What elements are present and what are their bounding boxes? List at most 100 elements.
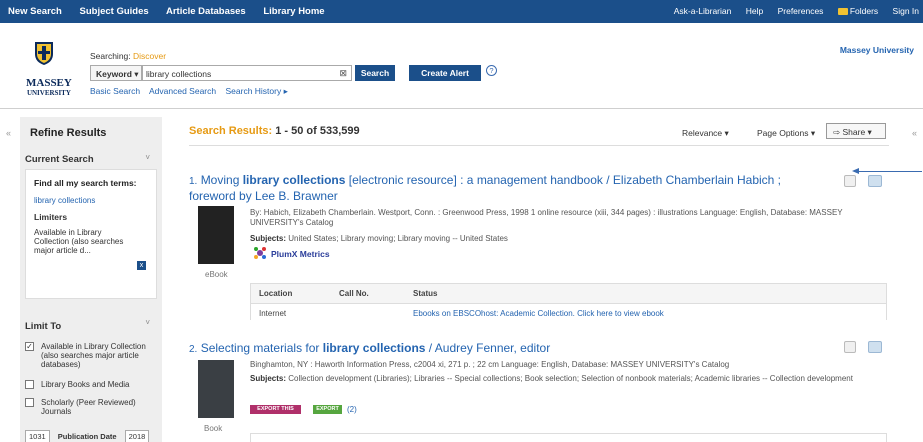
plumx-icon (254, 247, 266, 259)
result-subjects: Subjects: United States; Library moving;… (250, 234, 870, 244)
institution-link[interactable]: Massey University (840, 45, 914, 55)
subjects-label: Subjects: (250, 234, 287, 243)
search-links: Basic Search Advanced Search Search Hist… (90, 86, 295, 97)
limit-option[interactable]: ✓ Available in Library Collection (also … (25, 342, 155, 369)
primary-nav: New Search Subject Guides Article Databa… (8, 6, 340, 17)
badge-count[interactable]: (2) (347, 405, 357, 414)
nav-article-databases[interactable]: Article Databases (166, 6, 246, 17)
book-cover[interactable] (198, 206, 234, 264)
create-alert-button[interactable]: Create Alert (409, 65, 481, 81)
clear-icon[interactable]: ⊠ (339, 68, 347, 79)
title-highlight: library collections (242, 173, 346, 187)
book-cover[interactable] (198, 360, 234, 418)
limit-option-label: Library Books and Media (41, 380, 130, 389)
availability-table (250, 433, 887, 442)
share-label: Share ▾ (842, 127, 872, 137)
subjects-label: Subjects: (250, 374, 287, 383)
col-callno: Call No. (339, 289, 369, 298)
search-query: library collections (146, 69, 212, 79)
title-text: Moving (200, 173, 243, 187)
nav-sign-in[interactable]: Sign In (893, 6, 919, 16)
limit-option[interactable]: Library Books and Media (25, 380, 155, 389)
divider (189, 145, 889, 146)
refine-title: Refine Results (30, 127, 107, 139)
limit-option-label: Scholarly (Peer Reviewed) Journals (41, 398, 136, 416)
export-badge[interactable]: EXPORT THIS (250, 405, 301, 414)
basic-search-link[interactable]: Basic Search (90, 86, 140, 96)
add-to-folder-icon[interactable] (868, 175, 882, 187)
limit-option-label: Available in Library Collection (also se… (41, 342, 146, 369)
collapse-right-icon[interactable]: « (912, 128, 917, 138)
limiter-text: Available in Library Collection (also se… (34, 228, 124, 255)
publication-date-row: 1031 Publication Date 2018 (25, 430, 150, 442)
checkbox[interactable] (25, 380, 34, 389)
remove-limiter-icon[interactable]: x (137, 261, 146, 270)
subjects-text: Collection development (Libraries); Libr… (288, 374, 853, 383)
result-title[interactable]: 2. Selecting materials for library colle… (189, 341, 819, 357)
result-byline: By: Habich, Elizabeth Chamberlain. Westp… (250, 208, 843, 227)
share-button[interactable]: ⇨ Share ▾ (826, 123, 886, 139)
format-label: eBook (205, 270, 228, 279)
university-logo[interactable]: MASSEY UNIVERSITY (26, 78, 72, 98)
col-status: Status (413, 289, 438, 298)
nav-help[interactable]: Help (746, 6, 763, 16)
top-navigation-bar: New Search Subject Guides Article Databa… (0, 0, 923, 23)
availability-table: Location Call No. Status Internet Ebooks… (250, 283, 887, 320)
annotation-arrowhead (852, 168, 859, 174)
refine-sidebar: Refine Results Current Search ˅ Find all… (20, 117, 162, 442)
nav-preferences[interactable]: Preferences (778, 6, 824, 16)
field-select[interactable]: Keyword ▾ (90, 65, 142, 81)
field-select-value: Keyword (96, 69, 132, 79)
date-from-input[interactable]: 1031 (25, 430, 50, 442)
search-button[interactable]: Search (355, 65, 395, 81)
chevron-down-icon[interactable]: ˅ (145, 153, 150, 162)
limit-option[interactable]: Scholarly (Peer Reviewed) Journals (25, 398, 155, 416)
result-title[interactable]: 1. Moving library collections [electroni… (189, 173, 819, 204)
add-to-folder-icon[interactable] (868, 341, 882, 353)
nav-library-home[interactable]: Library Home (263, 6, 324, 17)
search-term-link[interactable]: library collections (34, 196, 148, 205)
search-input[interactable]: library collections ⊠ (142, 65, 352, 81)
collapse-left-icon[interactable]: « (6, 128, 11, 138)
searching-label: Searching: Discover (90, 51, 166, 61)
searching-database[interactable]: Discover (133, 51, 166, 61)
utility-nav: Ask-a-Librarian Help Preferences Folders… (662, 6, 919, 16)
share-icon: ⇨ (833, 127, 841, 137)
date-to-input[interactable]: 2018 (124, 430, 150, 442)
logo-sub: UNIVERSITY (26, 89, 71, 97)
preview-icon[interactable] (844, 175, 856, 187)
plumx-metrics-link[interactable]: PlumX Metrics (271, 249, 330, 259)
nav-folders-label: Folders (849, 6, 879, 16)
current-search-heading[interactable]: Current Search (25, 154, 94, 165)
result-number: 2. (189, 344, 198, 355)
nav-subject-guides[interactable]: Subject Guides (80, 6, 149, 17)
relevance-dropdown[interactable]: Relevance ▾ (682, 128, 729, 139)
nav-folders[interactable]: Folders (837, 6, 879, 16)
format-label: Book (204, 424, 223, 433)
advanced-search-link[interactable]: Advanced Search (149, 86, 216, 96)
chevron-down-icon[interactable]: ˅ (145, 318, 150, 327)
col-location: Location (259, 289, 293, 298)
result-byline: Binghamton, NY : Haworth Information Pre… (250, 360, 730, 369)
checkbox-checked[interactable]: ✓ (25, 342, 34, 351)
checkbox[interactable] (25, 398, 34, 407)
help-icon[interactable]: ? (486, 65, 497, 76)
search-history-link[interactable]: Search History ▸ (225, 86, 287, 96)
preview-icon[interactable] (844, 341, 856, 353)
searching-prefix: Searching: (90, 51, 131, 61)
nav-new-search[interactable]: New Search (8, 6, 62, 17)
current-search-box: Find all my search terms: library collec… (25, 169, 157, 299)
subjects-text: United States; Library moving; Library m… (288, 234, 508, 243)
limiters-heading: Limiters (34, 212, 68, 222)
find-all-heading: Find all my search terms: (34, 178, 137, 188)
export-badge-green[interactable]: EXPORT (313, 405, 342, 414)
result-number: 1. (189, 176, 198, 187)
title-text: / Audrey Fenner, editor (425, 341, 551, 355)
cell-status-link[interactable]: Ebooks on EBSCOhost: Academic Collection… (413, 309, 664, 318)
limit-to-heading[interactable]: Limit To (25, 321, 61, 332)
nav-ask-librarian[interactable]: Ask-a-Librarian (674, 6, 732, 16)
result-subjects: Subjects: Collection development (Librar… (250, 374, 870, 384)
results-range: 1 - 50 of 533,599 (275, 125, 360, 137)
page-options-dropdown[interactable]: Page Options ▾ (757, 128, 815, 139)
cell-location: Internet (259, 309, 287, 318)
